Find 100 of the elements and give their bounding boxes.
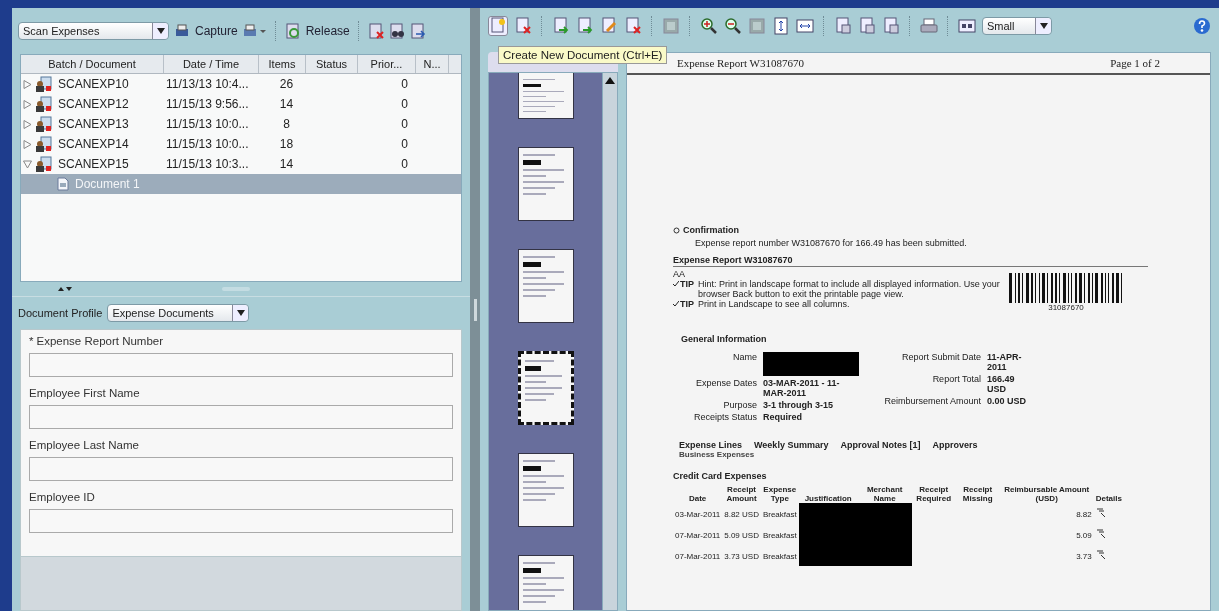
- column-header[interactable]: N...: [416, 55, 449, 73]
- checkmark-icon: [673, 281, 679, 286]
- field-label: Expense Report Number: [36, 335, 164, 347]
- expander-icon[interactable]: [23, 139, 32, 149]
- caret-icon[interactable]: [156, 28, 165, 34]
- report-tab[interactable]: Weekly Summary: [754, 440, 829, 450]
- batch-icon: [35, 96, 52, 112]
- priority-cell-text: 0: [400, 137, 409, 151]
- splitter-arrows-icon[interactable]: [58, 286, 72, 292]
- input-field[interactable]: [29, 353, 453, 377]
- page-thumbnail[interactable]: [517, 555, 574, 610]
- required-mark: *: [29, 335, 34, 347]
- page-thumbnail[interactable]: [517, 351, 574, 425]
- batch-icon: [35, 136, 52, 152]
- document-profile-label: Document Profile: [18, 307, 103, 319]
- scroll-up-icon[interactable]: [605, 76, 615, 84]
- caret-icon[interactable]: [236, 310, 245, 316]
- expander-icon[interactable]: [23, 119, 32, 129]
- recycle-page-icon[interactable]: [284, 23, 301, 39]
- column-header: Details: [1094, 493, 1123, 503]
- field-label: Employee ID: [29, 491, 95, 503]
- info-value: 03-MAR-2011 - 11-MAR-2011: [763, 378, 841, 398]
- column-header[interactable]: Batch / Document: [21, 55, 164, 73]
- details-icon[interactable]: [1095, 508, 1106, 518]
- pages-icon[interactable]: [858, 17, 876, 35]
- date-cell-text: 11/13/13 10:4...: [165, 77, 250, 91]
- release-button[interactable]: Release: [305, 24, 350, 38]
- checkmark-icon: [673, 301, 679, 306]
- page-thumbnail[interactable]: [517, 73, 574, 119]
- help-icon[interactable]: [1193, 17, 1211, 35]
- fit-width-icon[interactable]: [796, 17, 814, 35]
- date-cell-text: 11/15/13 10:0...: [165, 117, 250, 131]
- zoom-in-icon[interactable]: [700, 17, 718, 35]
- info-value: 0.00 USD: [987, 396, 1028, 406]
- table-row[interactable]: SCANEXP15 11/15/13 10:3... 14 0: [21, 154, 461, 174]
- expander-icon[interactable]: [23, 79, 32, 89]
- splitter-handle[interactable]: [473, 298, 477, 321]
- priority-cell-text: 0: [400, 97, 409, 111]
- table-cell: Breakfast: [760, 545, 799, 566]
- column-header[interactable]: Date / Time: [164, 55, 259, 73]
- column-header[interactable]: Prior...: [358, 55, 416, 73]
- column-header: Merchant Name: [857, 485, 912, 503]
- pages-icon[interactable]: [882, 17, 900, 35]
- table-row[interactable]: SCANEXP12 11/15/13 9:56... 14 0: [21, 94, 461, 114]
- report-tab[interactable]: Expense Lines: [679, 440, 743, 450]
- page-x-icon[interactable]: [624, 17, 642, 35]
- info-value: 166.49 USD: [987, 374, 1016, 394]
- tip-text: Hint: Print in landscape format to include all displayed information. Use your browser Back button to exit the printable page view.: [698, 279, 1001, 299]
- table-cell-text: 5.09: [1075, 529, 1093, 542]
- info-value: Required: [763, 412, 803, 422]
- table-cell-text: 03-Mar-2011: [674, 508, 722, 521]
- details-icon[interactable]: [1095, 529, 1106, 539]
- input-field[interactable]: [29, 509, 453, 533]
- info-label: Name: [732, 352, 757, 364]
- input-field[interactable]: [29, 457, 453, 481]
- date-cell-text: 11/15/13 9:56...: [165, 97, 250, 111]
- page-pencil-icon[interactable]: [600, 17, 618, 35]
- new-page-icon[interactable]: [488, 16, 508, 36]
- column-header[interactable]: Items: [259, 55, 306, 73]
- size-select[interactable]: Small: [982, 17, 1052, 35]
- page-thumbnail[interactable]: [517, 147, 574, 221]
- table-cell-text: 5.09 USD: [723, 529, 760, 542]
- details-icon[interactable]: [1095, 550, 1106, 560]
- capture-button[interactable]: Capture: [195, 24, 238, 38]
- table-row[interactable]: SCANEXP14 11/15/13 10:0... 18 0: [21, 134, 461, 154]
- batch-name: SCANEXP15: [58, 157, 129, 171]
- report-tab[interactable]: Approvers: [932, 440, 978, 450]
- info-value: 3-1 through 3-15: [763, 400, 834, 410]
- scanner-icon[interactable]: [174, 23, 190, 39]
- info-label: Reimbursement Amount: [883, 396, 981, 406]
- barcode-number: 31087670: [1048, 303, 1084, 312]
- priority-cell-text: 0: [400, 77, 409, 91]
- zoom-out-icon[interactable]: [724, 17, 742, 35]
- scrollbar[interactable]: [602, 73, 617, 610]
- fit-height-icon[interactable]: [772, 17, 790, 35]
- priority-cell-text: 0: [400, 117, 409, 131]
- tip-label: TIP: [680, 279, 694, 289]
- expander-icon[interactable]: [23, 99, 32, 109]
- pages-icon[interactable]: [834, 17, 852, 35]
- window-icon[interactable]: [958, 17, 976, 35]
- column-header[interactable]: Status: [306, 55, 358, 73]
- tip-label: TIP: [680, 299, 694, 309]
- page-thumbnail[interactable]: [517, 249, 574, 323]
- table-cell: Breakfast: [760, 524, 799, 545]
- batch-class-select[interactable]: Scan Expenses: [18, 22, 169, 40]
- caret-icon[interactable]: [1039, 23, 1048, 29]
- table-cell-text: 8.82 USD: [723, 508, 760, 521]
- page-thumbnail[interactable]: [517, 453, 574, 527]
- table-row[interactable]: SCANEXP10 11/13/13 10:4... 26 0: [21, 74, 461, 94]
- table-cell-text: 07-Mar-2011: [674, 550, 722, 563]
- page-x-icon[interactable]: [367, 23, 384, 39]
- report-tab[interactable]: Approval Notes [1]: [840, 440, 921, 450]
- input-field[interactable]: [29, 405, 453, 429]
- expander-icon[interactable]: [23, 159, 32, 169]
- document-profile-select[interactable]: Expense Documents: [107, 304, 250, 322]
- page-x-icon[interactable]: [514, 17, 532, 35]
- binoculars-icon[interactable]: [388, 23, 405, 39]
- scanner-menu-icon[interactable]: [242, 23, 267, 39]
- table-row[interactable]: SCANEXP13 11/15/13 10:0... 8 0: [21, 114, 461, 134]
- printer-icon[interactable]: [920, 17, 938, 35]
